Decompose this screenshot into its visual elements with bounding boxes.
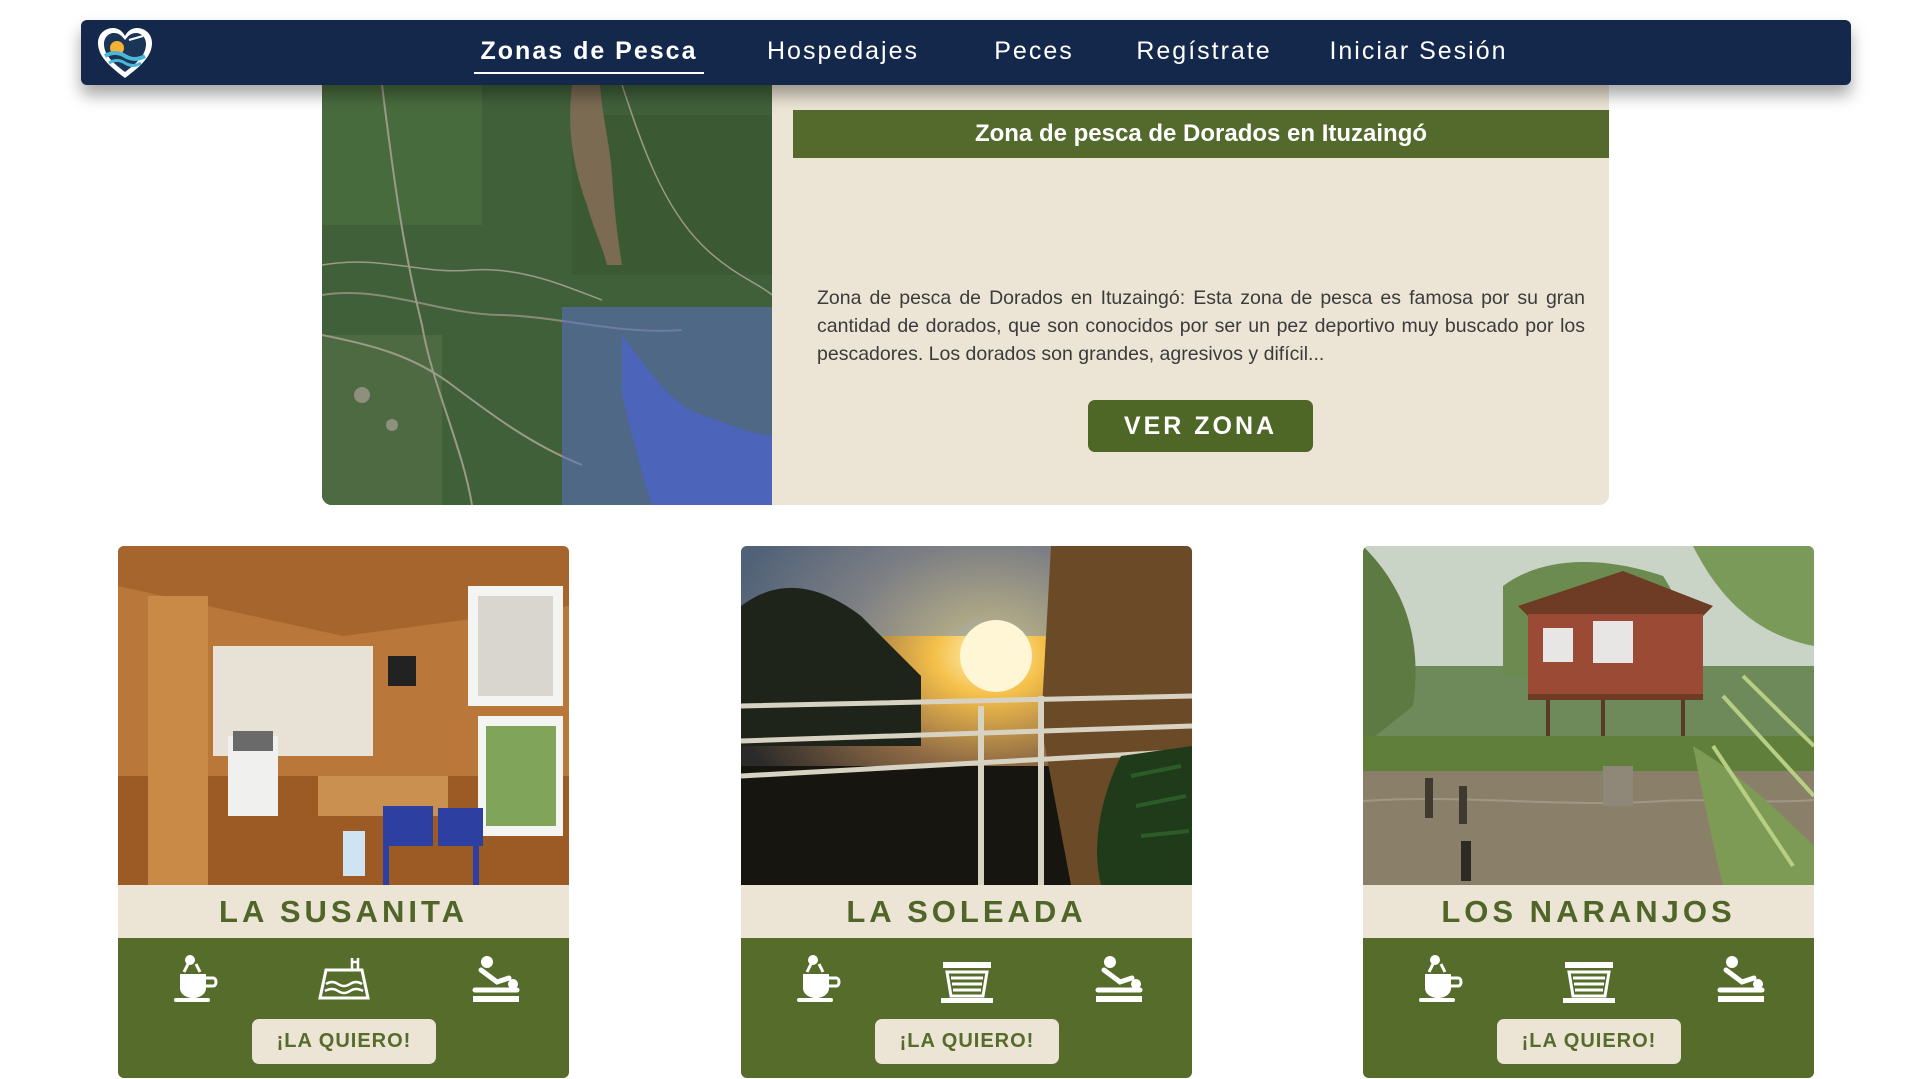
massage-icon: [1712, 954, 1768, 1006]
pool-icon: [316, 954, 372, 1006]
zone-card: Zona de pesca de Dorados en Ituzaingó Zo…: [322, 85, 1609, 505]
hot-drink-icon: [166, 954, 222, 1006]
ver-zona-button[interactable]: VER ZONA: [1088, 400, 1313, 452]
lodging-photo: [1363, 546, 1814, 885]
lodging-photo: [741, 546, 1192, 885]
nav-zonas-de-pesca[interactable]: Zonas de Pesca: [474, 36, 704, 74]
lodging-amenities-bar: ¡LA QUIERO!: [1363, 938, 1814, 1078]
hot-drink-icon: [1411, 954, 1467, 1006]
hot-drink-icon: [789, 954, 845, 1006]
grill-icon: [939, 954, 995, 1006]
zone-description: Zona de pesca de Dorados en Ituzaingó: E…: [817, 287, 1585, 365]
lodging-amenities-bar: ¡LA QUIERO!: [118, 938, 569, 1078]
grill-icon: [1561, 954, 1617, 1006]
nav-iniciar-sesion[interactable]: Iniciar Sesión: [1326, 36, 1511, 74]
nav-hospedajes[interactable]: Hospedajes: [758, 36, 928, 74]
la-quiero-button[interactable]: ¡LA QUIERO!: [875, 1019, 1059, 1064]
nav-registrate[interactable]: Regístrate: [1129, 36, 1279, 74]
lodging-photo: [118, 546, 569, 885]
lodging-amenities-bar: ¡LA QUIERO!: [741, 938, 1192, 1078]
lodging-card-la-soleada[interactable]: LA SOLEADA ¡LA QUIERO!: [741, 546, 1192, 1078]
top-navbar: Zonas de Pesca Hospedajes Peces Regístra…: [81, 20, 1851, 85]
lodging-name: LA SUSANITA: [219, 894, 468, 929]
nav-peces[interactable]: Peces: [984, 36, 1084, 74]
lodging-card-los-naranjos[interactable]: LOS NARANJOS ¡LA QUIERO!: [1363, 546, 1814, 1078]
nav-links: Zonas de Pesca Hospedajes Peces Regístra…: [81, 20, 1851, 85]
lodging-name: LA SOLEADA: [846, 894, 1087, 929]
lodging-name: LOS NARANJOS: [1441, 894, 1736, 929]
massage-icon: [1090, 954, 1146, 1006]
satellite-map-image: [322, 85, 772, 505]
lodging-card-la-susanita[interactable]: LA SUSANITA ¡LA QUIERO!: [118, 546, 569, 1078]
la-quiero-button[interactable]: ¡LA QUIERO!: [1497, 1019, 1681, 1064]
massage-icon: [467, 954, 523, 1006]
zone-title: Zona de pesca de Dorados en Ituzaingó: [793, 110, 1609, 158]
la-quiero-button[interactable]: ¡LA QUIERO!: [252, 1019, 436, 1064]
